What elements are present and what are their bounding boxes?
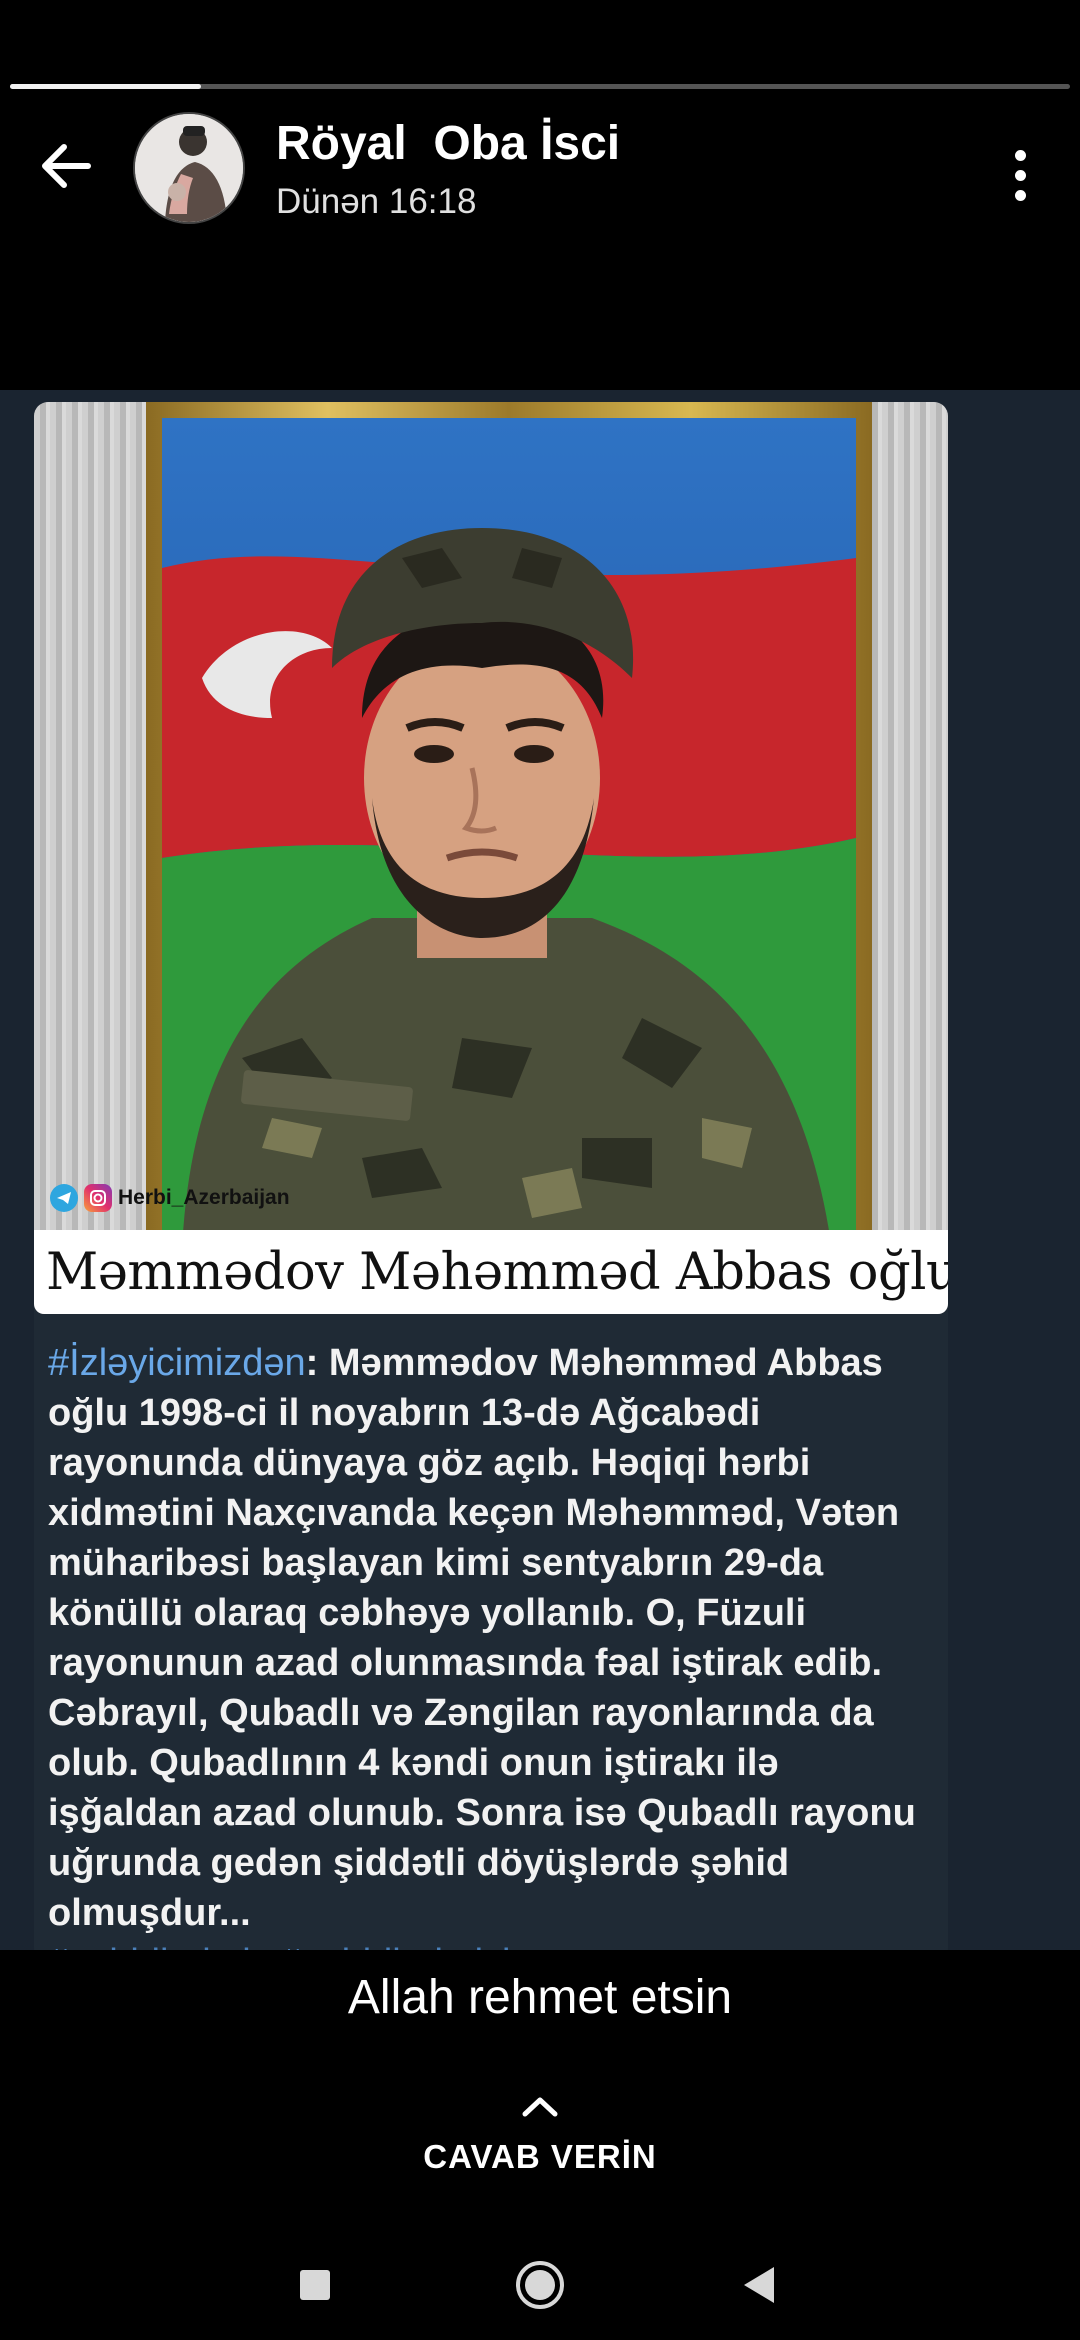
- menu-dot: [1014, 169, 1026, 181]
- photo-caption: Məmmədov Məhəmməd Abbas oğlu: [46, 1242, 948, 1302]
- portrait-image: [162, 418, 856, 1242]
- avatar[interactable]: [133, 112, 245, 224]
- user-name[interactable]: Röyal Oba İsci: [276, 116, 620, 171]
- reply-button[interactable]: CAVAB VERİN: [0, 2138, 1080, 2176]
- story-content[interactable]: Herbi_Azerbaijan Məmmədov Məhəmməd Abbas…: [0, 390, 1080, 1950]
- reply-message: Allah rehmet etsin: [347, 1971, 733, 2024]
- avatar-image: [135, 114, 243, 222]
- chevron-up-icon[interactable]: [515, 2092, 565, 2122]
- watermark: Herbi_Azerbaijan: [50, 1184, 290, 1212]
- back-nav-button[interactable]: [720, 2250, 800, 2320]
- recent-apps-button[interactable]: [275, 2250, 355, 2320]
- telegram-icon: [50, 1184, 78, 1212]
- arrow-left-icon: [42, 144, 91, 188]
- back-button[interactable]: [30, 130, 102, 202]
- post-body: : Məmmədov Məhəmməd Abbas oğlu 1998-ci i…: [48, 1342, 916, 1934]
- post-time: Dünən 16:18: [276, 182, 477, 221]
- photo-caption-bar: Məmmədov Məhəmməd Abbas oğlu: [34, 1230, 948, 1314]
- soldier-portrait: [162, 418, 856, 1242]
- instagram-icon: [84, 1184, 112, 1212]
- home-button[interactable]: [500, 2250, 580, 2320]
- more-options-button[interactable]: [990, 140, 1050, 210]
- watermark-text: Herbi_Azerbaijan: [118, 1186, 290, 1209]
- triangle-back-icon: [744, 2267, 774, 2303]
- square-icon: [300, 2270, 330, 2300]
- story-header: Röyal Oba İsci Dünən 16:18: [0, 100, 1080, 240]
- menu-dot: [1014, 189, 1026, 201]
- post-tags[interactable]: #şəhidlərimiz #şəhidlərimizitanıyaq: [48, 1942, 635, 1950]
- picture-frame: [146, 402, 872, 1242]
- hashtag-link[interactable]: #İzləyicimizdən: [48, 1342, 306, 1384]
- circle-icon: [516, 2261, 564, 2309]
- story-progress-fill: [10, 84, 201, 89]
- forwarded-post-card: Herbi_Azerbaijan Məmmədov Məhəmməd Abbas…: [34, 402, 948, 1950]
- more-vertical-icon: [1014, 149, 1026, 161]
- story-progress-track: [10, 84, 1070, 89]
- post-photo: Herbi_Azerbaijan: [34, 402, 948, 1242]
- post-text: #İzləyicimizdən: Məmmədov Məhəmməd Abbas…: [48, 1338, 934, 1950]
- system-nav-bar: [0, 2220, 1080, 2340]
